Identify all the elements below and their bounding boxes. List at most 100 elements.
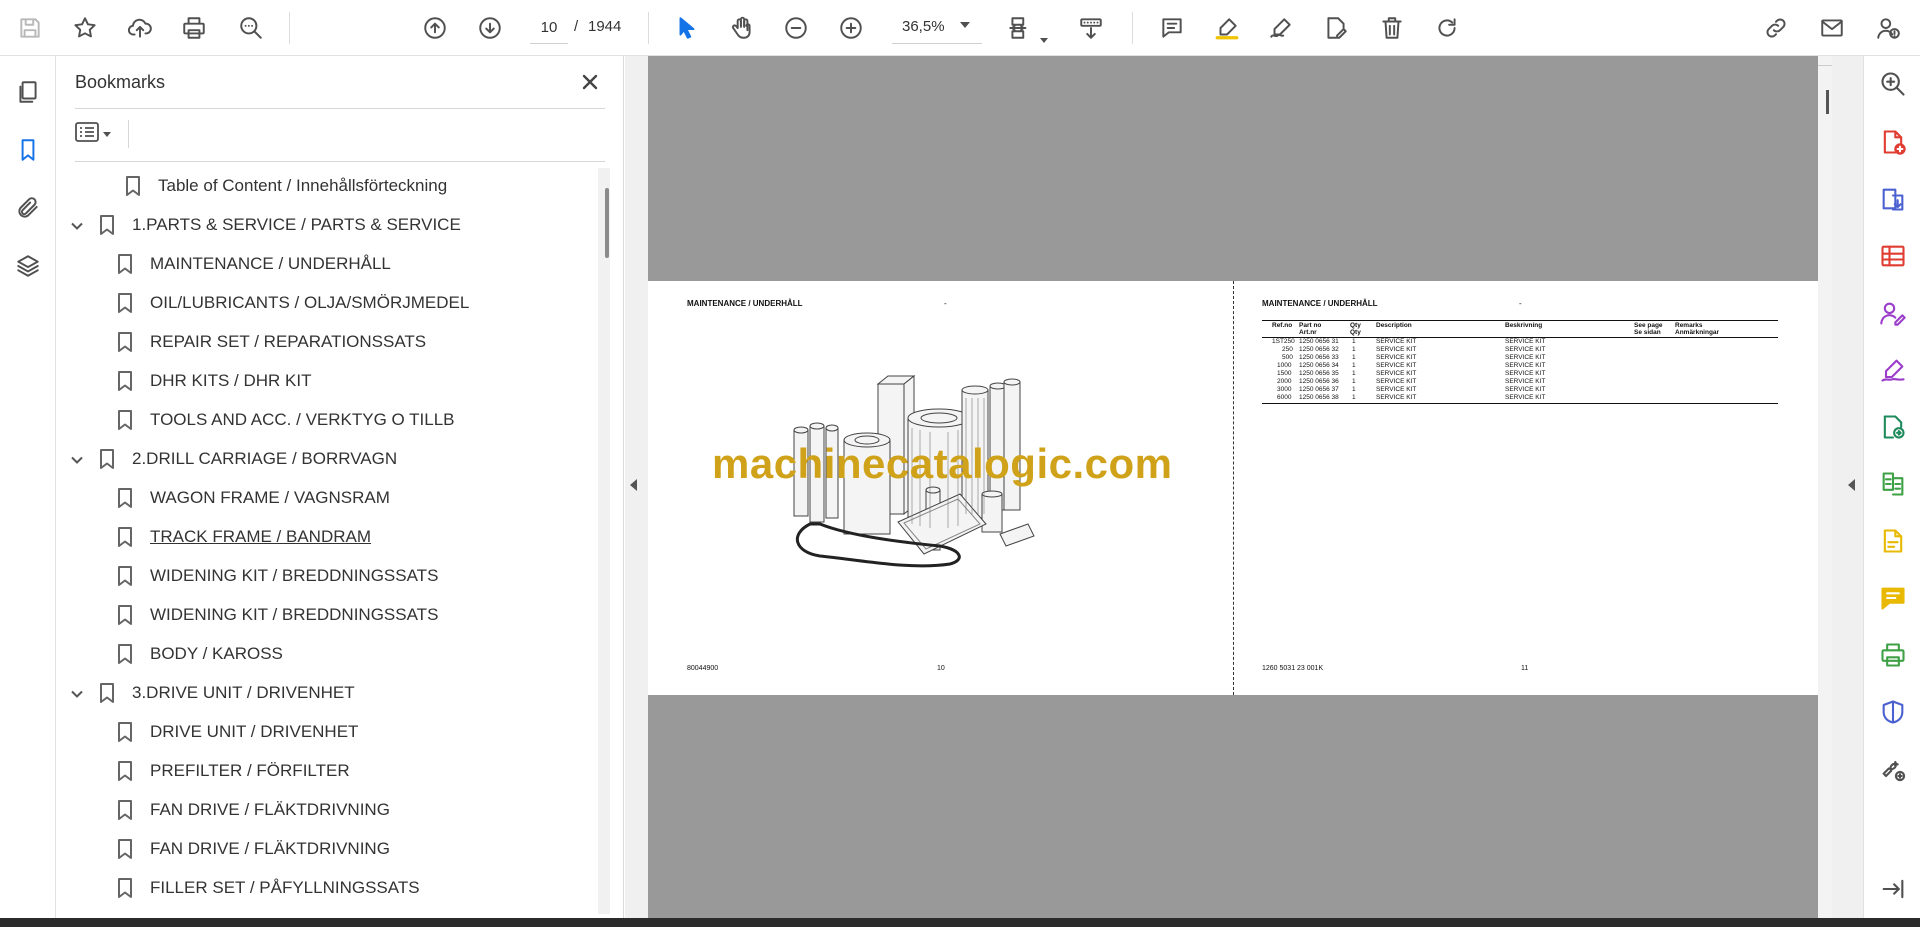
column-header: Description <box>1376 322 1412 329</box>
table-cell: 1250 0656 31 <box>1299 338 1339 345</box>
bookmark-label: TOOLS AND ACC. / VERKTYG O TILLB <box>150 409 455 429</box>
bookmark-item[interactable]: MAINTENANCE / UNDERHÅLL <box>116 244 391 283</box>
search-zoom-icon[interactable] <box>233 10 269 46</box>
collapse-right-panel-icon[interactable] <box>1848 479 1855 491</box>
bookmark-item[interactable]: TRACK FRAME / BANDRAM <box>116 517 371 556</box>
table-rule <box>1262 320 1778 321</box>
panel-divider <box>75 161 605 162</box>
draw-sign-icon[interactable] <box>1263 10 1299 46</box>
bookmark-item[interactable]: DHR KITS / DHR KIT <box>116 361 312 400</box>
zoom-level-select[interactable]: 36,5% <box>892 12 982 44</box>
page-fit-dropdown-chevron-icon[interactable] <box>1026 22 1062 58</box>
zoom-out-icon[interactable] <box>778 10 814 46</box>
table-cell: SERVICE KIT <box>1505 362 1546 369</box>
zoom-in-icon[interactable] <box>833 10 869 46</box>
save-icon[interactable] <box>12 10 48 46</box>
attachments-icon[interactable] <box>8 188 48 228</box>
total-pages: 1944 <box>588 18 622 35</box>
table-cell: SERVICE KIT <box>1376 370 1417 377</box>
comment-icon[interactable] <box>1154 10 1190 46</box>
collapse-left-panel-icon[interactable] <box>630 479 637 491</box>
export-pdf-icon[interactable] <box>1876 182 1910 216</box>
page-down-icon[interactable] <box>472 10 508 46</box>
bookmark-item[interactable]: FAN DRIVE / FLÄKTDRIVNING <box>116 790 390 829</box>
fill-sign-tool-icon[interactable] <box>1876 353 1910 387</box>
table-cell: 1250 0656 34 <box>1299 362 1339 369</box>
chevron-down-icon[interactable] <box>70 452 84 466</box>
bookmark-item[interactable]: TOOLS AND ACC. / VERKTYG O TILLB <box>116 400 455 439</box>
chevron-down-icon[interactable] <box>70 686 84 700</box>
scroll-mode-icon[interactable] <box>1073 10 1109 46</box>
bookmarks-scrollbar-thumb[interactable] <box>605 188 609 258</box>
bookmark-item[interactable]: FILLER SET / PÅFYLLNINGSSATS <box>116 868 420 907</box>
table-cell: 1000 <box>1277 362 1292 369</box>
bookmark-options-button[interactable] <box>75 118 121 150</box>
bookmark-item[interactable]: WIDENING KIT / BREDDNINGSSATS <box>116 556 438 595</box>
page-thumbnails-icon[interactable] <box>8 72 48 112</box>
close-icon[interactable] <box>576 68 604 96</box>
highlight-icon[interactable] <box>1209 10 1245 46</box>
request-signatures-icon[interactable] <box>1876 296 1910 330</box>
bookmarks-icon[interactable] <box>8 130 48 170</box>
bookmark-icon <box>116 565 134 587</box>
bookmark-item[interactable]: BODY / KAROSS <box>116 634 283 673</box>
bookmark-item[interactable]: WIDENING KIT / BREDDNINGSSATS <box>116 595 438 634</box>
table-cell: 1250 0656 32 <box>1299 346 1339 353</box>
zoom-level-value: 36,5% <box>902 18 945 35</box>
hand-pan-icon[interactable] <box>724 10 760 46</box>
fill-sign-icon[interactable] <box>1318 10 1354 46</box>
bookmark-item[interactable]: PREFILTER / FÖRFILTER <box>116 751 350 790</box>
bookmark-item[interactable]: REPAIR SET / REPARATIONSSATS <box>116 322 426 361</box>
protect-icon[interactable] <box>1876 695 1910 729</box>
bookmark-label: FILLER SET / PÅFYLLNINGSSATS <box>150 877 420 897</box>
watermark-text: machinecatalogic.com <box>712 440 1173 487</box>
rotate-icon[interactable] <box>1429 10 1465 46</box>
zoom-dropdown-chevron-icon[interactable] <box>960 22 970 28</box>
expand-panel-icon[interactable] <box>1876 872 1910 906</box>
panel-divider <box>128 120 129 148</box>
account-help-icon[interactable] <box>1870 10 1906 46</box>
table-cell: 1250 0656 37 <box>1299 386 1339 393</box>
page-up-icon[interactable] <box>417 10 453 46</box>
bookmark-item[interactable]: WAGON FRAME / VAGNSRAM <box>116 478 390 517</box>
print-production-icon[interactable] <box>1876 638 1910 672</box>
table-cell: 1250 0656 36 <box>1299 378 1339 385</box>
more-tools-icon[interactable] <box>1876 752 1910 786</box>
send-for-review-icon[interactable] <box>1876 410 1910 444</box>
bookmark-item[interactable]: FAN DRIVE / FLÄKTDRIVNING <box>116 829 390 868</box>
bookmark-item[interactable]: 1.PARTS & SERVICE / PARTS & SERVICE <box>70 205 461 244</box>
bookmark-label: WIDENING KIT / BREDDNINGSSATS <box>150 565 439 585</box>
bookmark-star-icon[interactable] <box>67 10 103 46</box>
chevron-down-icon <box>103 131 111 137</box>
bookmark-item[interactable]: OIL/LUBRICANTS / OLJA/SMÖRJMEDEL <box>116 283 469 322</box>
bookmark-item[interactable]: 2.DRILL CARRIAGE / BORRVAGN <box>70 439 397 478</box>
page-number-input[interactable] <box>530 12 568 44</box>
search-tools-icon[interactable] <box>1876 67 1910 101</box>
chevron-down-icon[interactable] <box>70 218 84 232</box>
edit-pdf-icon[interactable] <box>1876 524 1910 558</box>
table-cell: SERVICE KIT <box>1505 346 1546 353</box>
delete-icon[interactable] <box>1374 10 1410 46</box>
table-cell: 1 <box>1352 378 1356 385</box>
document-scrollbar-thumb[interactable] <box>1826 90 1829 114</box>
document-scrollbar[interactable] <box>1818 56 1832 918</box>
select-cursor-icon[interactable] <box>669 10 705 46</box>
table-cell: SERVICE KIT <box>1505 354 1546 361</box>
comment-tool-icon[interactable] <box>1876 581 1910 615</box>
layers-icon[interactable] <box>8 246 48 286</box>
bookmark-item[interactable]: Table of Content / Innehållsförteckning <box>96 166 447 205</box>
print-icon[interactable] <box>176 10 212 46</box>
compare-files-icon[interactable] <box>1876 467 1910 501</box>
upload-cloud-icon[interactable] <box>122 10 158 46</box>
bookmarks-scrollbar[interactable] <box>598 168 610 914</box>
organize-pages-icon[interactable] <box>1876 239 1910 273</box>
table-cell: SERVICE KIT <box>1376 362 1417 369</box>
email-icon[interactable] <box>1814 10 1850 46</box>
create-pdf-icon[interactable] <box>1876 125 1910 159</box>
table-cell: SERVICE KIT <box>1505 378 1546 385</box>
column-header: Art.nr <box>1299 329 1317 336</box>
bookmark-item[interactable]: 3.DRIVE UNIT / DRIVENHET <box>70 673 355 712</box>
column-header: Se sidan <box>1634 329 1661 336</box>
bookmark-item[interactable]: DRIVE UNIT / DRIVENHET <box>116 712 358 751</box>
share-link-icon[interactable] <box>1758 10 1794 46</box>
